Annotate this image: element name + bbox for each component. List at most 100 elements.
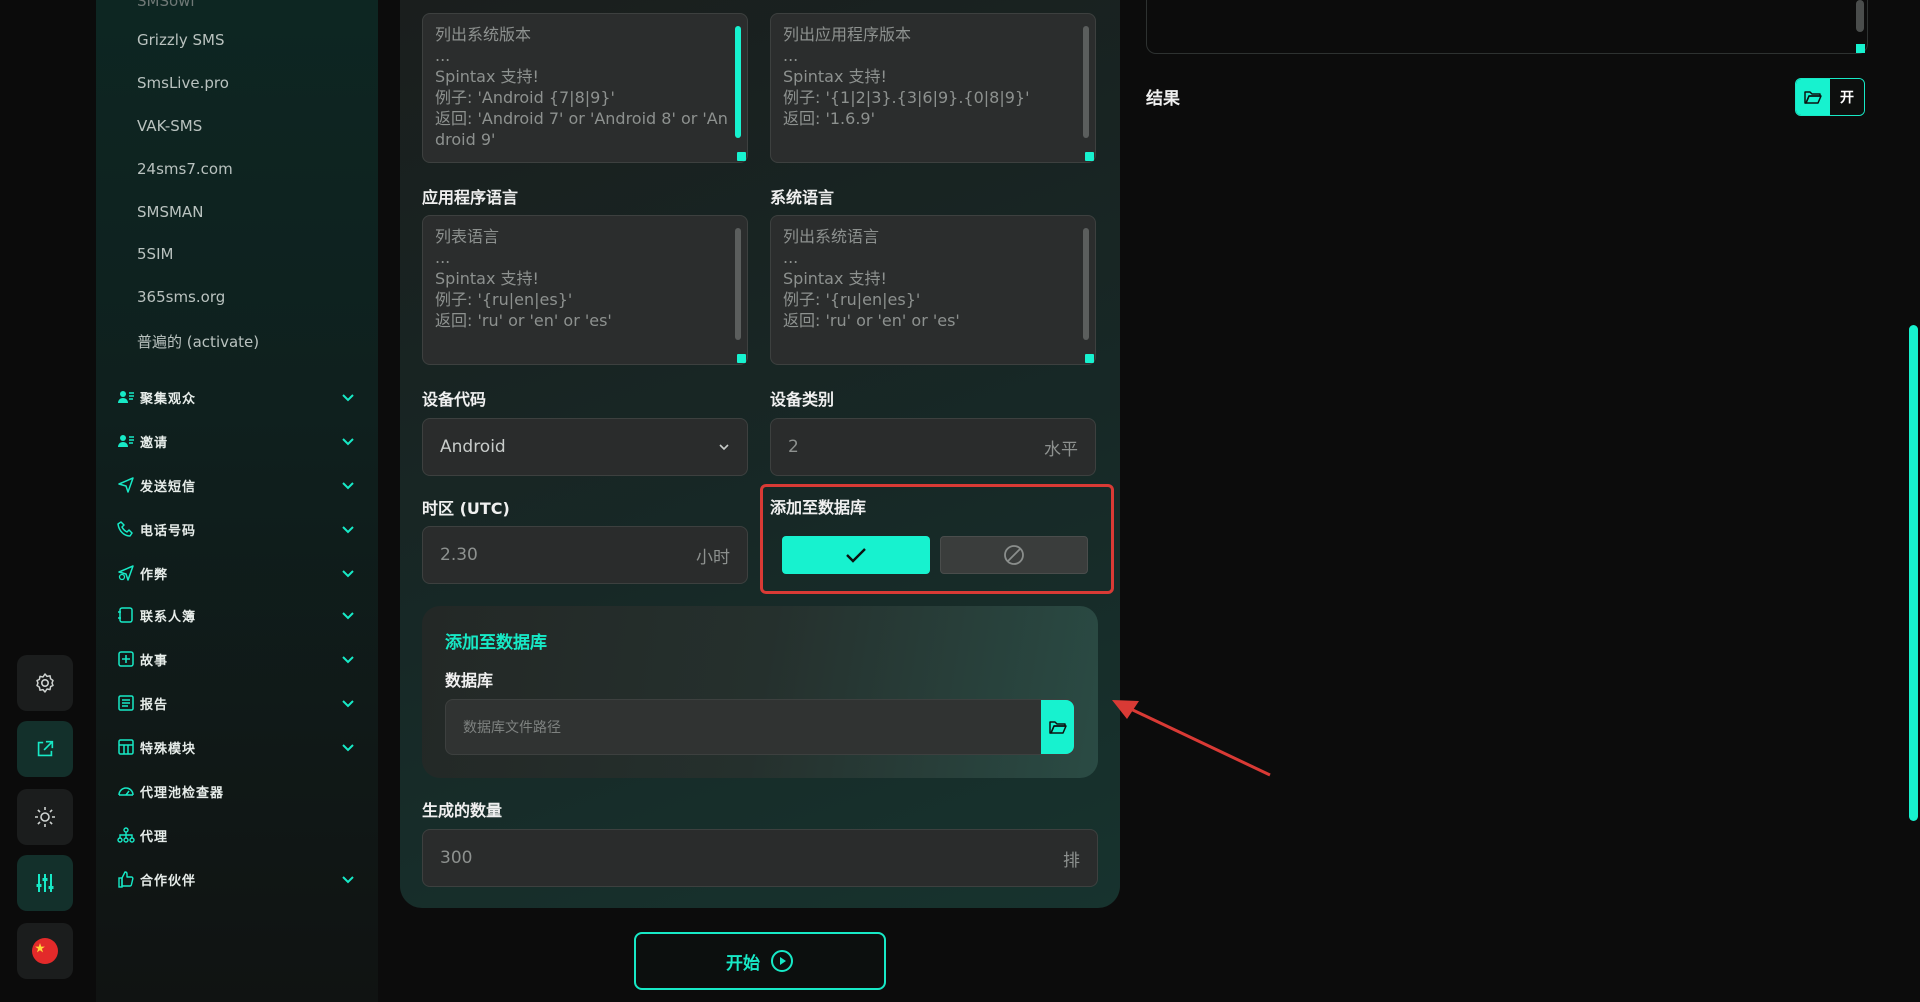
textarea-line: Spintax 支持!	[435, 67, 539, 86]
provider-item[interactable]: Grizzly SMS	[137, 31, 225, 49]
checkmark-icon	[846, 548, 866, 563]
textarea-line: Spintax 支持!	[783, 269, 887, 288]
textarea-scrollbar[interactable]	[735, 228, 741, 340]
user-add-icon	[116, 431, 136, 451]
provider-item[interactable]: 24sms7.com	[137, 160, 233, 178]
chevron-down-icon	[342, 656, 354, 664]
plus-square-icon	[116, 649, 136, 669]
result-textarea[interactable]	[1146, 0, 1868, 54]
textarea-scrollbar[interactable]	[735, 26, 741, 138]
resize-handle[interactable]	[1085, 152, 1094, 161]
textarea-line: 返回: 'ru' or 'en' or 'es'	[435, 311, 612, 330]
nav-section-label: 发送短信	[140, 479, 197, 495]
nav-section-label: 聚集观众	[140, 391, 197, 407]
nav-section-partners[interactable]: 合作伙伴	[116, 867, 356, 891]
nav-section-label: 报告	[140, 697, 169, 713]
result-toggle[interactable]: 开	[1795, 78, 1865, 116]
count-unit: 排	[1063, 850, 1080, 871]
device-category-label: 设备类别	[770, 390, 835, 409]
nav-section-proxy[interactable]: 代理	[116, 823, 356, 847]
phone-icon	[116, 519, 136, 539]
textarea-line: ...	[783, 248, 799, 267]
provider-item[interactable]: 5SIM	[137, 245, 173, 263]
chevron-down-icon	[342, 744, 354, 752]
textarea-line: 例子: '{ru|en|es}'	[435, 290, 573, 309]
nav-panel: SMSowl Grizzly SMS SmsLive.pro VAK-SMS 2…	[96, 0, 378, 1002]
nav-section-stories[interactable]: 故事	[116, 647, 356, 671]
textarea-line: 返回: 'ru' or 'en' or 'es'	[783, 311, 960, 330]
textarea-scrollbar[interactable]	[1083, 26, 1089, 138]
add-to-db-yes-button[interactable]	[782, 536, 930, 574]
device-code-select[interactable]: Android	[422, 418, 748, 476]
textarea-line: ...	[783, 46, 799, 65]
nav-section-phone-numbers[interactable]: 电话号码	[116, 517, 356, 541]
provider-item[interactable]: SMSMAN	[137, 203, 203, 221]
nav-section-contacts[interactable]: 联系人簿	[116, 603, 356, 627]
textarea-line: 列出应用程序版本	[783, 25, 912, 44]
app-language-label: 应用程序语言	[422, 188, 519, 207]
nav-section-label: 作弊	[140, 567, 169, 583]
system-language-textarea[interactable]: 列出系统语言 ... Spintax 支持! 例子: '{ru|en|es}' …	[770, 215, 1096, 365]
result-toggle-label[interactable]: 开	[1830, 79, 1864, 115]
chevron-down-icon	[342, 570, 354, 578]
timezone-value: 2.30	[440, 545, 478, 565]
count-input[interactable]: 300 排	[422, 829, 1098, 887]
textarea-line: 返回: '1.6.9'	[783, 109, 875, 128]
tools-button[interactable]	[17, 855, 73, 911]
nav-section-label: 代理池检查器	[140, 785, 225, 801]
provider-item[interactable]: VAK-SMS	[137, 117, 202, 135]
nav-section-label: 合作伙伴	[140, 873, 197, 889]
nav-section-send-sms[interactable]: 发送短信	[116, 473, 356, 497]
provider-item[interactable]: 365sms.org	[137, 288, 225, 306]
language-button[interactable]	[17, 923, 73, 979]
browse-database-button[interactable]	[1041, 700, 1074, 754]
nav-section-invite[interactable]: 邀请	[116, 429, 356, 453]
chevron-down-icon	[719, 444, 729, 451]
provider-item[interactable]: 普遍的 (activate)	[137, 331, 259, 352]
start-button[interactable]: 开始	[634, 932, 886, 990]
chevron-down-icon	[342, 394, 354, 402]
nav-section-proxy-checker[interactable]: 代理池检查器	[116, 779, 356, 803]
icon-rail	[0, 0, 96, 1002]
device-category-input[interactable]: 2 水平	[770, 418, 1096, 476]
settings-button[interactable]	[17, 655, 73, 711]
send-boost-icon	[116, 563, 136, 583]
result-folder-button[interactable]	[1796, 79, 1830, 115]
external-link-button[interactable]	[17, 721, 73, 777]
textarea-line: 列表语言	[435, 227, 500, 246]
add-to-db-no-button[interactable]	[940, 536, 1088, 574]
textarea-line: 返回: 'Android 7' or 'Android 8' or 'Andro…	[435, 109, 728, 149]
theme-button[interactable]	[17, 789, 73, 845]
database-path-input[interactable]: 数据库文件路径	[445, 699, 1075, 755]
database-label: 数据库	[445, 671, 494, 690]
textarea-scrollbar[interactable]	[1083, 228, 1089, 340]
folder-open-icon	[1048, 721, 1067, 734]
count-label: 生成的数量	[422, 801, 503, 820]
count-value: 300	[440, 848, 473, 868]
provider-item[interactable]: SmsLive.pro	[137, 74, 229, 92]
device-code-label: 设备代码	[422, 390, 487, 409]
result-scrollbar[interactable]	[1856, 0, 1864, 32]
nav-section-reports[interactable]: 报告	[116, 691, 356, 715]
nav-section-label: 联系人簿	[140, 609, 197, 625]
textarea-line: 列出系统语言	[783, 227, 880, 246]
resize-handle[interactable]	[1085, 354, 1094, 363]
nav-section-cheat[interactable]: 作弊	[116, 561, 356, 585]
play-circle-icon	[771, 950, 793, 972]
resize-handle[interactable]	[737, 152, 746, 161]
timezone-input[interactable]: 2.30 小时	[422, 526, 748, 584]
page-scrollbar[interactable]	[1909, 325, 1918, 821]
nav-section-label: 邀请	[140, 435, 169, 451]
chevron-down-icon	[342, 482, 354, 490]
resize-handle[interactable]	[1856, 44, 1865, 53]
textarea-line: 例子: '{ru|en|es}'	[783, 290, 921, 309]
system-version-textarea[interactable]: 列出系统版本 ... Spintax 支持! 例子: 'Android {7|8…	[422, 13, 748, 163]
app-version-textarea[interactable]: 列出应用程序版本 ... Spintax 支持! 例子: '{1|2|3}.{3…	[770, 13, 1096, 163]
chevron-down-icon	[342, 612, 354, 620]
device-code-value: Android	[440, 437, 506, 457]
nav-section-audience[interactable]: 聚集观众	[116, 385, 356, 409]
textarea-line: ...	[435, 248, 451, 267]
nav-section-special-modules[interactable]: 特殊模块	[116, 735, 356, 759]
app-language-textarea[interactable]: 列表语言 ... Spintax 支持! 例子: '{ru|en|es}' 返回…	[422, 215, 748, 365]
resize-handle[interactable]	[737, 354, 746, 363]
